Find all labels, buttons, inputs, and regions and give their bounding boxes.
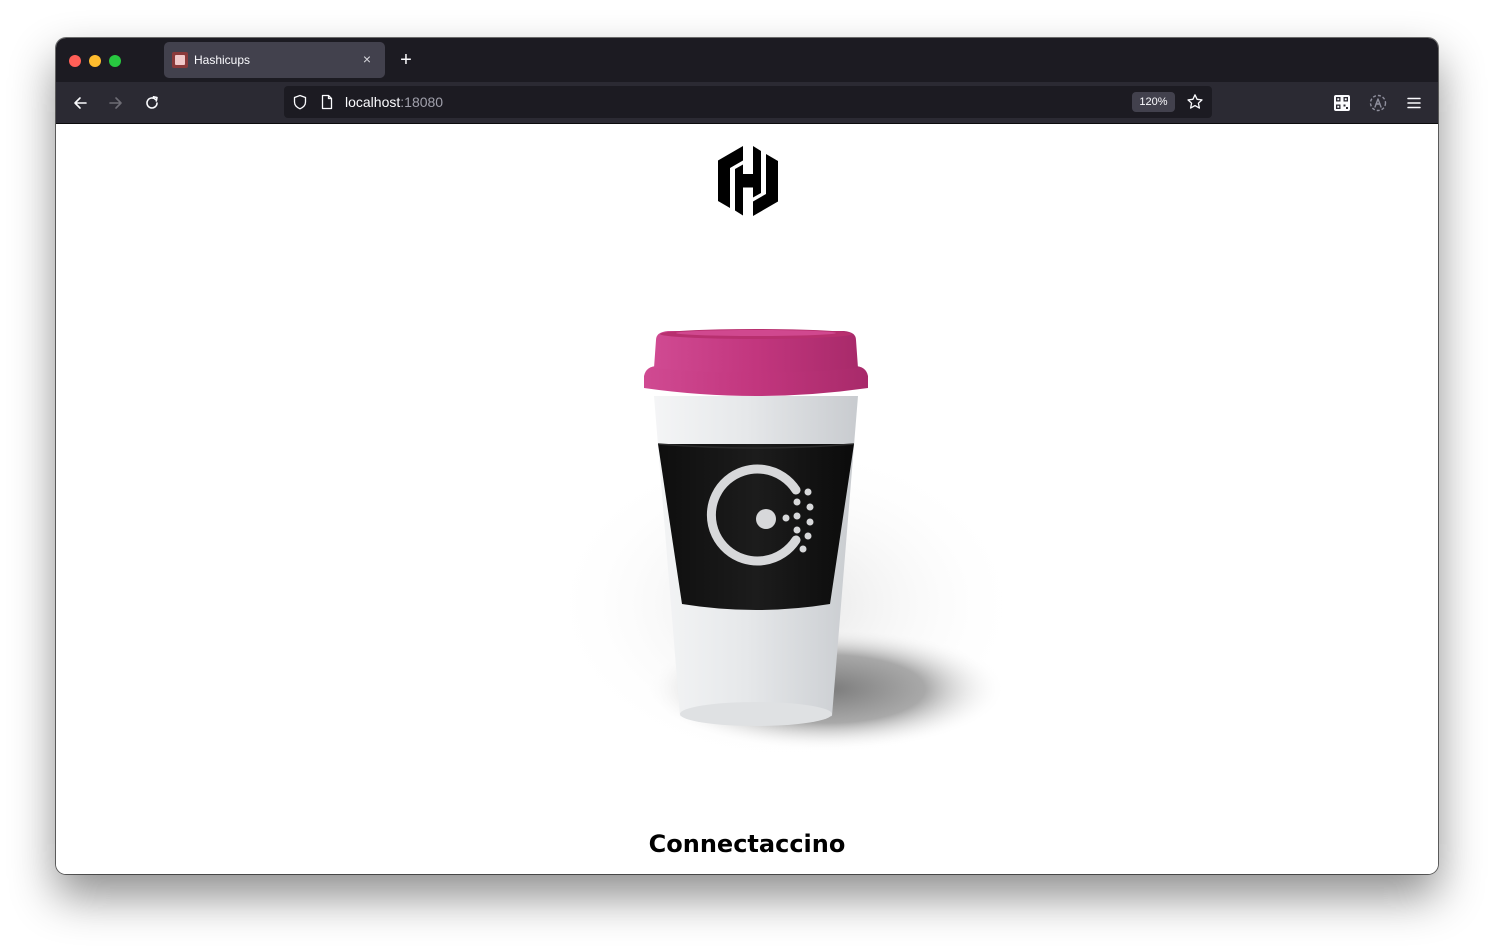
arrow-left-icon — [74, 97, 87, 109]
qr-code-icon[interactable] — [1332, 93, 1352, 113]
minimize-window-button[interactable] — [89, 55, 101, 67]
account-icon[interactable] — [1368, 93, 1388, 113]
shield-icon[interactable] — [292, 94, 308, 110]
hashicorp-logo-icon[interactable] — [715, 146, 781, 216]
browser-window: Hashicups × + localhost:18080 120% Conne… — [56, 38, 1438, 874]
zoom-level-badge[interactable]: 120% — [1132, 92, 1175, 112]
product-name: Connectaccino — [648, 830, 846, 858]
address-bar[interactable]: localhost:18080 120% — [284, 86, 1212, 118]
forward-button[interactable] — [103, 90, 129, 116]
bookmark-star-icon[interactable] — [1186, 93, 1204, 111]
title-bar: Hashicups × + — [56, 38, 1438, 82]
close-tab-icon[interactable]: × — [357, 49, 377, 69]
coffee-cup-consul-image[interactable] — [496, 304, 1056, 774]
page-content: Connectaccino — [56, 124, 1438, 874]
tab-hashicups[interactable]: Hashicups × — [164, 42, 385, 78]
favicon-icon — [172, 52, 188, 68]
new-tab-button[interactable]: + — [394, 48, 418, 72]
url-host: localhost — [345, 94, 401, 110]
url-port: :18080 — [400, 94, 444, 110]
hamburger-menu-icon[interactable] — [1404, 93, 1424, 113]
close-window-button[interactable] — [69, 55, 81, 67]
url-text[interactable]: localhost:18080 — [345, 94, 443, 110]
back-button[interactable] — [67, 90, 93, 116]
page-icon[interactable] — [319, 94, 335, 110]
arrow-right-icon — [109, 97, 122, 109]
reload-icon — [146, 96, 158, 109]
tab-title: Hashicups — [194, 53, 251, 67]
reload-button[interactable] — [139, 90, 165, 116]
maximize-window-button[interactable] — [109, 55, 121, 67]
